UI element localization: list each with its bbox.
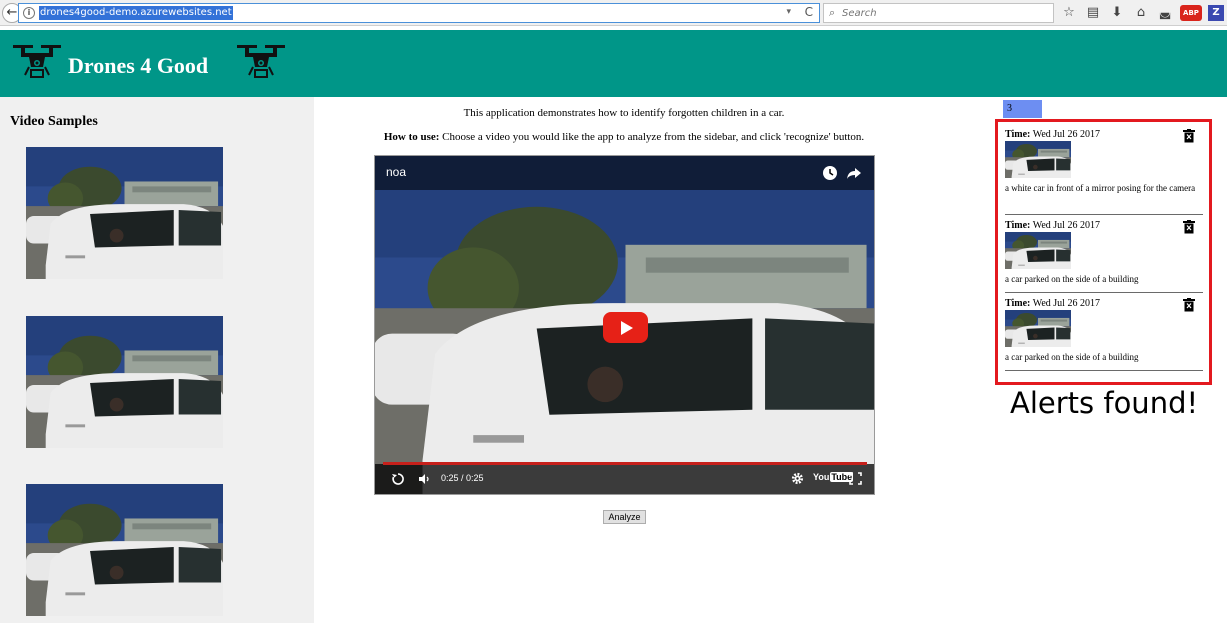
volume-icon[interactable] — [417, 472, 431, 486]
alert-caption: a white car in front of a mirror posing … — [1005, 183, 1196, 193]
alert-thumbnail — [1005, 141, 1071, 178]
toolbar-icons: ☆ ▤ ⬇ ⌂ ◛ ABP Z — [1060, 4, 1224, 22]
url-dropdown-icon[interactable]: ▾ — [786, 7, 791, 17]
site-title: Drones 4 Good — [68, 53, 209, 78]
settings-icon[interactable] — [791, 472, 804, 485]
reload-icon[interactable]: C — [805, 5, 813, 19]
alert-count-badge: 3 — [1003, 100, 1042, 118]
fullscreen-icon[interactable] — [849, 472, 862, 485]
delete-icon[interactable] — [1183, 129, 1195, 143]
drone-icon — [235, 41, 287, 81]
share-icon[interactable] — [846, 165, 862, 181]
home-icon[interactable]: ⌂ — [1132, 4, 1150, 22]
alerts-found-annotation: Alerts found! — [1010, 386, 1199, 420]
alert-caption: a car parked on the side of a building — [1005, 274, 1139, 284]
adblock-icon[interactable]: ABP — [1180, 5, 1202, 21]
replay-icon[interactable] — [391, 472, 405, 486]
sidebar-title: Video Samples — [10, 114, 98, 129]
search-bar[interactable]: ⌕ — [823, 3, 1054, 23]
site-header: Drones 4 Good — [0, 30, 1227, 97]
video-top-bar: noa — [375, 156, 874, 190]
alert-item: Time: Wed Jul 26 2017 a white car in fro… — [1005, 127, 1203, 215]
search-input[interactable] — [842, 5, 1042, 21]
browser-toolbar: ← i drones4good-demo.azurewebsites.net ▾… — [0, 0, 1227, 26]
alerts-panel: Time: Wed Jul 26 2017 a white car in fro… — [995, 119, 1212, 385]
download-icon[interactable]: ⬇ — [1108, 4, 1126, 22]
analyze-button[interactable]: Analyze — [603, 510, 646, 524]
alert-item: Time: Wed Jul 26 2017 a car parked on th… — [1005, 218, 1203, 293]
video-sample-thumbnail[interactable] — [26, 484, 223, 616]
video-sidebar: Video Samples — [0, 97, 314, 623]
drone-icon — [11, 41, 63, 81]
video-sample-thumbnail[interactable] — [26, 147, 223, 279]
play-button[interactable] — [603, 312, 648, 343]
video-controls: 0:25 / 0:25 You Tube — [375, 462, 874, 494]
search-icon: ⌕ — [829, 6, 836, 19]
reading-list-icon[interactable]: ▤ — [1084, 4, 1102, 22]
watch-later-icon[interactable] — [822, 165, 838, 181]
video-time: 0:25 / 0:25 — [441, 473, 484, 483]
info-icon[interactable]: i — [23, 7, 35, 19]
alert-item: Time: Wed Jul 26 2017 a car parked on th… — [1005, 296, 1203, 371]
howto-text: How to use: Choose a video you would lik… — [314, 131, 934, 143]
intro-text: This application demonstrates how to ide… — [463, 107, 785, 119]
howto-label: How to use: — [383, 131, 440, 143]
video-player[interactable]: noa 0:25 / 0:25 You Tube — [374, 155, 875, 495]
video-title[interactable]: noa — [386, 165, 406, 179]
url-bar[interactable]: i drones4good-demo.azurewebsites.net ▾ C — [18, 3, 820, 23]
video-progress-bar[interactable] — [383, 462, 867, 465]
url-text[interactable]: drones4good-demo.azurewebsites.net — [39, 6, 233, 20]
video-sample-thumbnail[interactable] — [26, 316, 223, 448]
pocket-icon[interactable]: ◛ — [1156, 4, 1174, 22]
alert-time: Time: Wed Jul 26 2017 — [1005, 220, 1100, 231]
alert-time: Time: Wed Jul 26 2017 — [1005, 298, 1100, 309]
youtube-logo[interactable]: You Tube — [813, 472, 854, 482]
alert-caption: a car parked on the side of a building — [1005, 352, 1139, 362]
z-extension-icon[interactable]: Z — [1208, 5, 1224, 21]
alert-time: Time: Wed Jul 26 2017 — [1005, 129, 1100, 140]
star-icon[interactable]: ☆ — [1060, 4, 1078, 22]
alert-thumbnail — [1005, 232, 1071, 269]
alert-thumbnail — [1005, 310, 1071, 347]
delete-icon[interactable] — [1183, 298, 1195, 312]
howto-instructions: Choose a video you would like the app to… — [439, 131, 865, 143]
delete-icon[interactable] — [1183, 220, 1195, 234]
